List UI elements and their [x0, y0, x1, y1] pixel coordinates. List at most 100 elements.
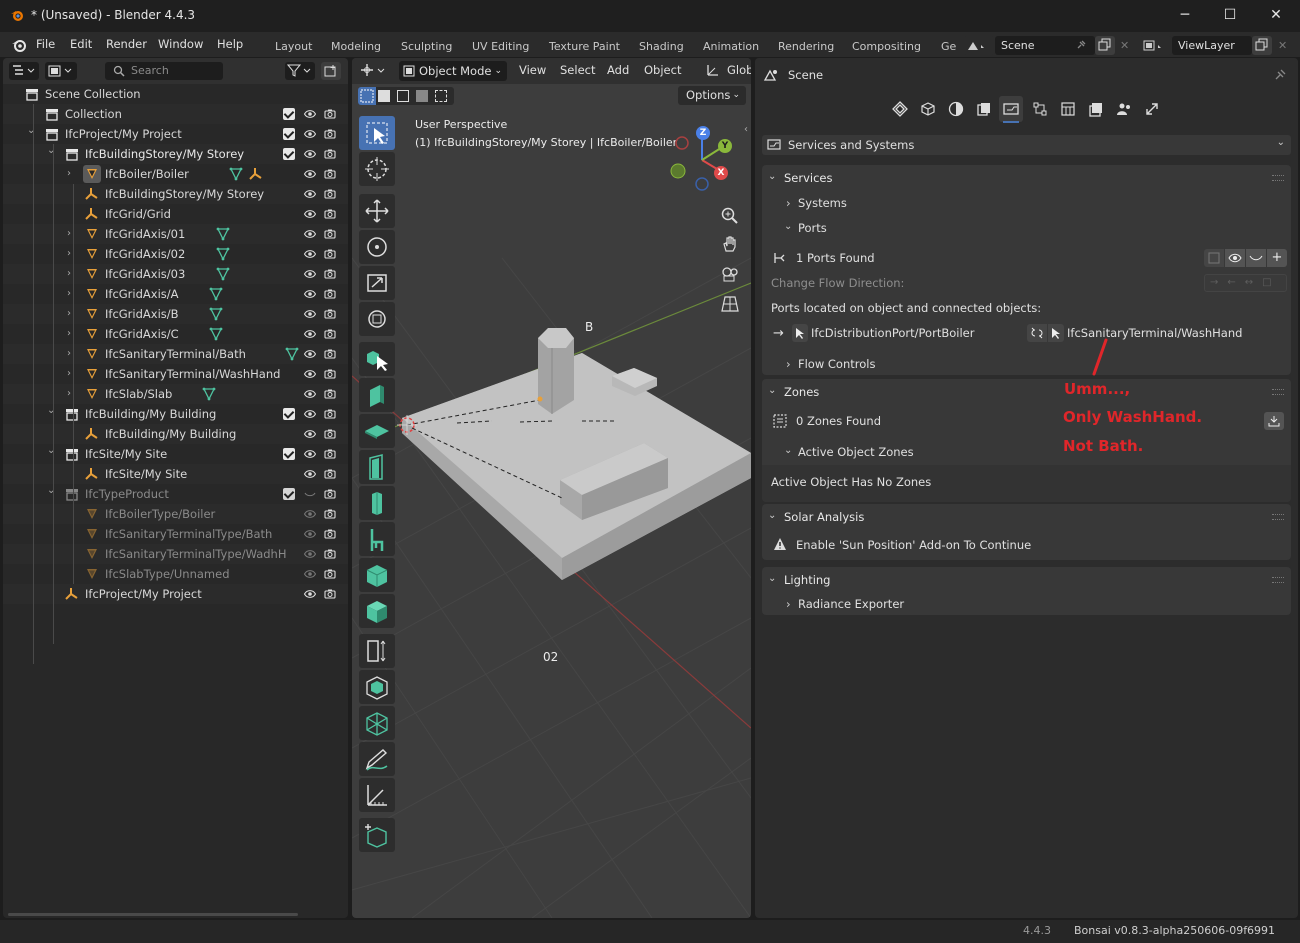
outliner-row-label[interactable]: IfcProject/My Project — [85, 587, 202, 601]
tab-texture-paint[interactable]: Texture Paint — [549, 40, 620, 53]
camera-view-icon[interactable] — [720, 264, 740, 284]
outliner-row-label[interactable]: IfcBoilerType/Boiler — [105, 507, 215, 521]
selection-mode-buttons[interactable] — [358, 87, 454, 105]
pin-icon[interactable] — [1273, 68, 1287, 82]
exclude-checkbox[interactable] — [283, 408, 295, 420]
panel-drag-handle[interactable] — [1272, 175, 1284, 181]
select-connected-button[interactable] — [1048, 324, 1064, 342]
chevron-right-icon[interactable]: › — [786, 196, 791, 210]
viewport-menu-view[interactable]: View — [519, 63, 546, 77]
select-intersect-icon[interactable] — [435, 90, 447, 102]
exclude-checkbox[interactable] — [283, 108, 295, 120]
lighting-panel-title[interactable]: Lighting — [784, 573, 830, 587]
display-mode-button[interactable] — [45, 62, 77, 80]
outliner-row-label[interactable]: IfcBuilding/My Building — [85, 407, 216, 421]
outliner-row-label[interactable]: IfcGridAxis/B — [105, 307, 179, 321]
flow-direction-buttons[interactable]: →←↔□ — [1204, 274, 1287, 292]
outliner-row[interactable]: Scene Collection — [3, 84, 348, 104]
tab-animation[interactable]: Animation — [703, 40, 759, 53]
viewport-menu-select[interactable]: Select — [560, 63, 595, 77]
outliner-row-label[interactable]: IfcSanitaryTerminal/WashHand — [105, 367, 280, 381]
tool-space[interactable] — [359, 670, 395, 704]
transform-orientation-dropdown[interactable]: Glob — [727, 63, 751, 77]
tool-furniture[interactable] — [359, 522, 395, 556]
camera-icon[interactable] — [324, 408, 336, 420]
outliner-row-label[interactable]: IfcGrid/Grid — [105, 207, 171, 221]
eye-icon[interactable] — [304, 228, 316, 240]
delete-scene-icon[interactable]: ✕ — [1120, 39, 1129, 52]
viewlayer-browse-button[interactable] — [1140, 36, 1172, 55]
chevron-down-icon[interactable]: ⌄ — [784, 221, 792, 232]
outliner-row-label[interactable]: Scene Collection — [45, 87, 141, 101]
gizmo-y-axis[interactable]: Y — [718, 139, 732, 153]
chevron-right-icon[interactable]: › — [67, 328, 77, 339]
tab-services-active[interactable] — [999, 96, 1023, 123]
eye-icon[interactable] — [304, 148, 316, 160]
outliner-row-label[interactable]: IfcSanitaryTerminalType/WadhH — [105, 547, 287, 561]
close-button[interactable]: ✕ — [1253, 4, 1299, 28]
transform-orientation-icon[interactable] — [706, 63, 720, 77]
camera-icon[interactable] — [324, 128, 336, 140]
outliner-row[interactable]: › IfcGridAxis/01 — [3, 224, 348, 244]
eye-icon[interactable] — [304, 208, 316, 220]
camera-icon[interactable] — [324, 368, 336, 380]
minimize-button[interactable]: ─ — [1162, 4, 1208, 28]
tab-project-icon[interactable] — [892, 101, 908, 117]
panel-drag-handle[interactable] — [1272, 577, 1284, 583]
camera-icon[interactable] — [324, 508, 336, 520]
outliner-row-label[interactable]: Collection — [65, 107, 122, 121]
eye-icon[interactable] — [304, 108, 316, 120]
outliner-row-label[interactable]: IfcGridAxis/A — [105, 287, 179, 301]
tool-bim-explore[interactable] — [359, 342, 395, 376]
outliner-row[interactable]: › IfcSanitaryTerminal/Bath — [3, 344, 348, 364]
camera-icon[interactable] — [324, 488, 336, 500]
active-object-zones-subpanel[interactable]: Active Object Zones — [798, 445, 914, 459]
select-extend-icon[interactable] — [378, 90, 390, 102]
outliner-row[interactable]: IfcGrid/Grid — [3, 204, 348, 224]
chevron-down-icon[interactable]: ⌄ — [768, 510, 776, 521]
options-dropdown[interactable]: Options ⌄ — [678, 86, 746, 105]
chevron-down-icon[interactable]: ⌄ — [768, 385, 776, 396]
outliner-row[interactable]: ⌄ IfcTypeProduct — [3, 484, 348, 504]
camera-icon[interactable] — [324, 568, 336, 580]
camera-icon[interactable] — [324, 228, 336, 240]
outliner-row-label[interactable]: IfcSlabType/Unnamed — [105, 567, 230, 581]
chevron-right-icon[interactable]: › — [786, 597, 791, 611]
tool-measure[interactable] — [359, 778, 395, 812]
gizmo-z-axis[interactable]: Z — [696, 126, 710, 140]
camera-icon[interactable] — [324, 168, 336, 180]
tool-measure-height[interactable] — [359, 634, 395, 668]
tab-modeling[interactable]: Modeling — [331, 40, 381, 53]
outliner-row[interactable]: ⌄ IfcSite/My Site — [3, 444, 348, 464]
3d-viewport[interactable]: Object Mode ⌄ View Select Add Object Glo… — [352, 58, 751, 918]
outliner-row[interactable]: IfcBoilerType/Boiler — [3, 504, 348, 524]
panel-drag-handle[interactable] — [1272, 389, 1284, 395]
radiance-exporter-subpanel[interactable]: Radiance Exporter — [798, 597, 904, 611]
viewport-menu-object[interactable]: Object — [644, 63, 681, 77]
chevron-down-icon[interactable]: ⌄ — [27, 125, 37, 136]
outliner-row-label[interactable]: IfcSanitaryTerminal/Bath — [105, 347, 246, 361]
pan-hand-icon[interactable] — [720, 234, 740, 254]
tab-sculpting[interactable]: Sculpting — [401, 40, 452, 53]
chevron-right-icon[interactable]: › — [786, 357, 791, 371]
flow-controls-subpanel[interactable]: Flow Controls — [798, 357, 875, 371]
chevron-right-icon[interactable]: › — [67, 248, 77, 259]
outliner-row-label[interactable]: IfcSite/My Site — [105, 467, 187, 481]
section-dropdown[interactable]: Services and Systems ⌄ — [762, 135, 1291, 155]
camera-icon[interactable] — [324, 548, 336, 560]
outliner-row-label[interactable]: IfcBuilding/My Building — [105, 427, 236, 441]
zones-panel-title[interactable]: Zones — [784, 385, 819, 399]
outliner-row[interactable]: IfcBuilding/My Building — [3, 424, 348, 444]
exclude-checkbox[interactable] — [283, 488, 295, 500]
outliner-row[interactable]: › IfcGridAxis/03 — [3, 264, 348, 284]
pin-icon[interactable] — [1075, 39, 1087, 51]
outliner-row-label[interactable]: IfcSlab/Slab — [105, 387, 172, 401]
chevron-right-icon[interactable]: › — [67, 388, 77, 399]
eye-icon[interactable] — [304, 508, 316, 520]
tab-rendering[interactable]: Rendering — [778, 40, 834, 53]
disconnect-port-button[interactable] — [1027, 324, 1047, 342]
eye-icon[interactable] — [304, 248, 316, 260]
chevron-down-icon[interactable]: ⌄ — [768, 171, 776, 182]
camera-icon[interactable] — [324, 588, 336, 600]
chevron-down-icon[interactable]: ⌄ — [47, 145, 57, 156]
